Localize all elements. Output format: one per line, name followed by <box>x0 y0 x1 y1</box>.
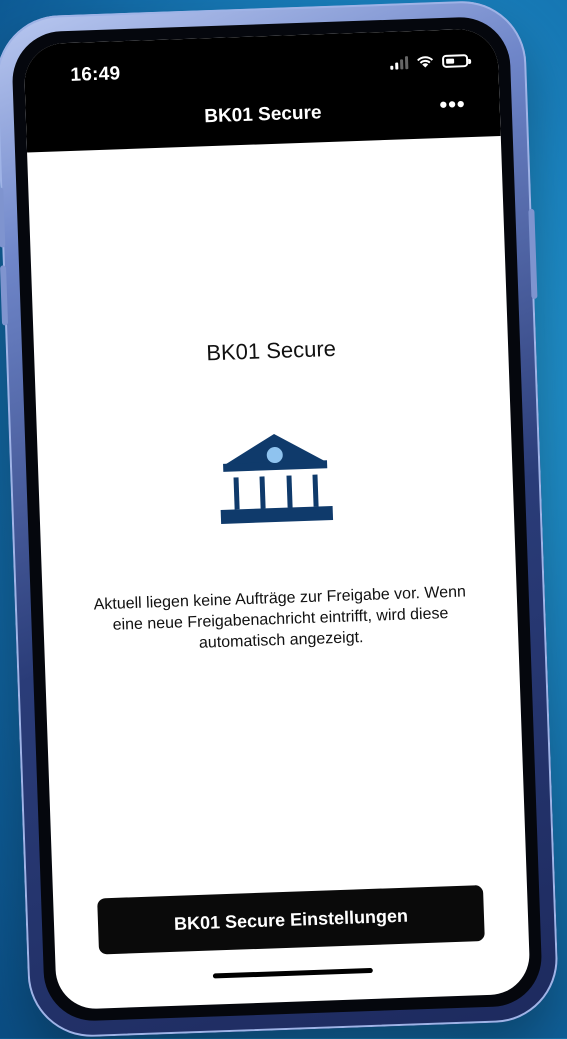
more-options-icon[interactable]: ••• <box>439 91 466 118</box>
status-icons <box>390 53 472 70</box>
nav-title: BK01 Secure <box>203 102 322 128</box>
settings-button[interactable]: BK01 Secure Einstellungen <box>97 885 485 955</box>
bank-icon <box>220 434 334 524</box>
phone-frame: 16:49 BK01 Secure ••• BK01 Secure Aktuel… <box>0 0 560 1039</box>
status-time: 16:49 <box>70 63 121 86</box>
empty-state-message: Aktuell liegen keine Aufträge zur Freiga… <box>93 583 467 652</box>
screen: 16:49 BK01 Secure ••• BK01 Secure Aktuel… <box>23 28 531 1010</box>
signal-icon <box>390 55 409 70</box>
wifi-icon <box>417 56 434 68</box>
top-bar: 16:49 BK01 Secure ••• <box>23 28 501 153</box>
home-indicator[interactable] <box>212 967 373 979</box>
page-title: BK01 Secure <box>205 335 337 366</box>
battery-icon <box>441 53 472 68</box>
